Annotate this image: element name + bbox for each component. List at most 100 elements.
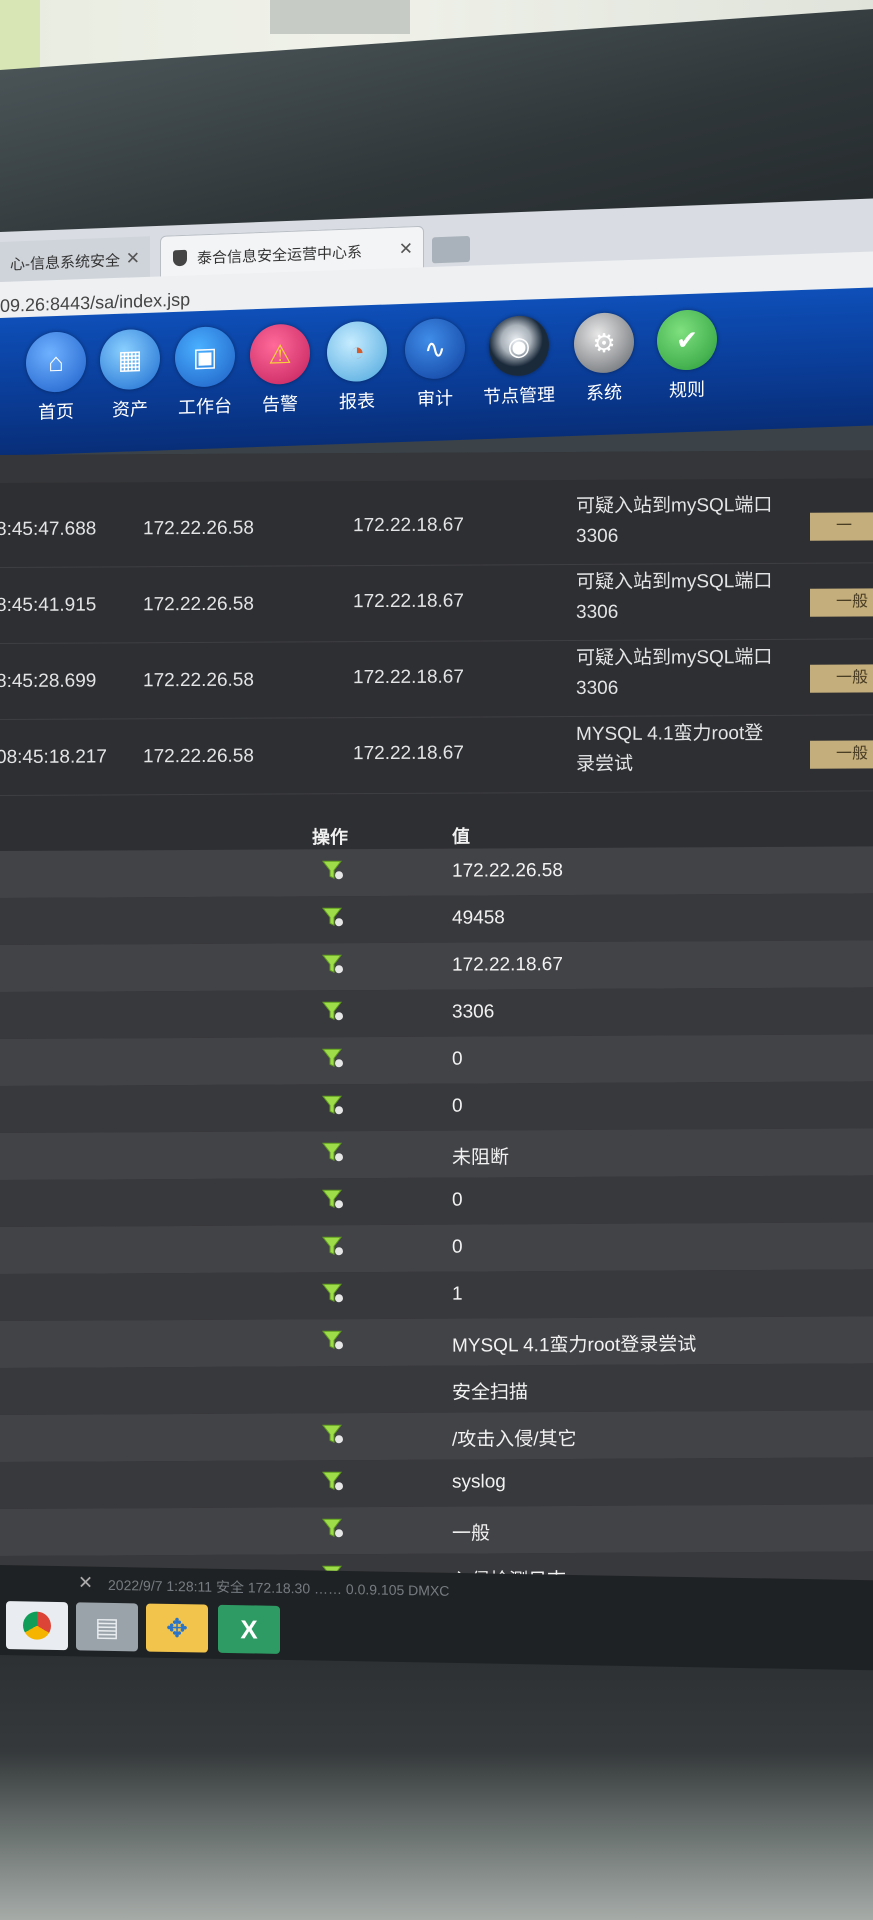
detail-value: 3306 xyxy=(452,1001,495,1023)
event-dest-ip: 172.22.18.67 xyxy=(353,514,464,537)
severity-badge: 一般 xyxy=(810,588,873,617)
event-name-line: 3306 xyxy=(576,601,619,623)
event-name: 可疑入站到mySQL端口 3306 xyxy=(576,491,796,552)
tab-label: 心-信息系统安全 xyxy=(10,251,120,274)
event-name-line: 可疑入站到mySQL端口 xyxy=(576,570,773,593)
column-header-value: 值 xyxy=(452,826,470,847)
event-name: 可疑入站到mySQL端口 3306 xyxy=(576,567,796,628)
detail-row: 未阻断 xyxy=(0,1128,873,1180)
event-name: 可疑入站到mySQL端口 3306 xyxy=(576,643,796,704)
event-row[interactable]: 08:45:18.217 172.22.26.58 172.22.18.67 M… xyxy=(0,714,873,796)
event-name: MYSQL 4.1蛮力root登 录尝试 xyxy=(576,719,796,780)
app-taskbar-button[interactable]: ✥ xyxy=(146,1603,208,1653)
filter-icon[interactable] xyxy=(322,906,344,928)
detail-table-header: 操作 值 xyxy=(0,808,873,851)
nav-item-assets[interactable]: ▦ 资产 xyxy=(91,328,169,423)
filter-icon[interactable] xyxy=(322,1047,344,1069)
folder-taskbar-button[interactable]: ▤ xyxy=(76,1602,138,1652)
filter-icon[interactable] xyxy=(322,1094,344,1116)
nav-item-reports[interactable]: ◔ 报表 xyxy=(318,320,396,415)
filter-icon[interactable] xyxy=(322,1423,344,1445)
filter-icon[interactable] xyxy=(322,1329,344,1351)
nav-item-rules[interactable]: ✔ 规则 xyxy=(648,308,726,404)
main-content: 8:45:47.688 172.22.26.58 172.22.18.67 可疑… xyxy=(0,450,873,1603)
event-row[interactable]: 8:45:47.688 172.22.26.58 172.22.18.67 可疑… xyxy=(0,486,873,568)
event-name-line: MYSQL 4.1蛮力root登 xyxy=(576,723,764,745)
filter-icon[interactable] xyxy=(322,859,344,881)
event-source-ip: 172.22.26.58 xyxy=(143,669,254,692)
event-source-ip: 172.22.26.58 xyxy=(143,517,254,540)
new-tab-button[interactable] xyxy=(432,235,470,264)
filter-icon[interactable] xyxy=(322,1235,344,1257)
filter-icon[interactable] xyxy=(322,1188,344,1210)
event-name-line: 可疑入站到mySQL端口 xyxy=(576,494,773,517)
home-icon: ⌂ xyxy=(26,330,86,394)
nav-item-home[interactable]: ⌂ 首页 xyxy=(17,330,95,426)
filter-icon[interactable] xyxy=(322,1000,344,1022)
filter-icon[interactable] xyxy=(322,1470,344,1492)
monitor-screen: 心-信息系统安全 ✕ 泰合信息安全运营中心系 ✕ 09.26:8443/sa/i… xyxy=(0,0,873,1920)
detail-value: MYSQL 4.1蛮力root登录尝试 xyxy=(452,1334,697,1357)
detail-row: /攻击入侵/其它 xyxy=(0,1410,873,1462)
event-dest-ip: 172.22.18.67 xyxy=(353,590,464,613)
excel-taskbar-button[interactable]: X xyxy=(218,1604,280,1654)
nav-label: 报表 xyxy=(339,390,375,413)
event-row[interactable]: 8:45:28.699 172.22.26.58 172.22.18.67 可疑… xyxy=(0,638,873,720)
event-source-ip: 172.22.26.58 xyxy=(143,593,254,616)
nav-label: 告警 xyxy=(262,393,298,415)
filter-icon[interactable] xyxy=(322,1282,344,1304)
event-time: 08:45:18.217 xyxy=(0,746,107,769)
close-icon[interactable]: ✕ xyxy=(78,1572,93,1593)
event-time: 8:45:47.688 xyxy=(0,518,97,541)
event-name-line: 3306 xyxy=(576,525,619,547)
detail-row: 一般 xyxy=(0,1504,873,1556)
puzzle-icon: ✥ xyxy=(166,1612,188,1643)
detail-row: 0 xyxy=(0,1175,873,1227)
detail-value: 0 xyxy=(452,1236,463,1258)
filter-icon[interactable] xyxy=(322,1517,344,1539)
nav-item-audit[interactable]: ∿ 审计 xyxy=(396,317,474,412)
detail-value: 0 xyxy=(452,1095,463,1117)
detail-row: 0 xyxy=(0,1034,873,1086)
nav-item-workbench[interactable]: ▣ 工作台 xyxy=(166,325,244,420)
detail-value: 0 xyxy=(452,1189,463,1211)
column-header-operation: 操作 xyxy=(312,827,348,848)
detail-value: 1 xyxy=(452,1283,463,1305)
gear-icon: ⚙ xyxy=(574,311,634,374)
detail-value: syslog xyxy=(452,1471,506,1493)
severity-badge: 一般 xyxy=(810,740,873,769)
severity-badge: 一般 xyxy=(810,664,873,693)
folder-icon: ▤ xyxy=(94,1611,120,1642)
nav-label: 节点管理 xyxy=(483,384,555,408)
filter-icon[interactable] xyxy=(322,1141,344,1163)
report-icon: ◔ xyxy=(327,320,387,383)
chrome-taskbar-button[interactable] xyxy=(6,1601,68,1651)
event-time: 8:45:28.699 xyxy=(0,670,97,693)
event-row[interactable]: 8:45:41.915 172.22.26.58 172.22.18.67 可疑… xyxy=(0,562,873,644)
nav-item-node-management[interactable]: ◉ 节点管理 xyxy=(480,314,558,410)
nav-item-alerts[interactable]: ⚠ 告警 xyxy=(241,323,319,418)
nav-label: 首页 xyxy=(38,401,74,423)
detail-row: 3306 xyxy=(0,987,873,1039)
check-icon: ✔ xyxy=(657,308,717,372)
nav-label: 规则 xyxy=(669,379,705,401)
detail-value: /攻击入侵/其它 xyxy=(452,1428,577,1451)
detail-value: 未阻断 xyxy=(452,1147,510,1169)
assets-icon: ▦ xyxy=(100,328,160,391)
tab-label: 泰合信息安全运营中心系 xyxy=(197,243,363,267)
event-source-ip: 172.22.26.58 xyxy=(143,745,254,768)
detail-row: 0 xyxy=(0,1081,873,1133)
close-icon[interactable]: ✕ xyxy=(126,249,140,270)
detail-value: 172.22.26.58 xyxy=(452,860,563,882)
nav-item-system[interactable]: ⚙ 系统 xyxy=(565,311,643,407)
close-icon[interactable]: ✕ xyxy=(399,239,413,260)
event-name-line: 可疑入站到mySQL端口 xyxy=(576,646,773,669)
detail-value: 安全扫描 xyxy=(452,1382,529,1404)
filter-icon[interactable] xyxy=(322,953,344,975)
event-name-line: 录尝试 xyxy=(576,753,634,775)
severity-badge: 一 xyxy=(810,512,873,541)
detail-value: 49458 xyxy=(452,907,505,929)
event-time: 8:45:41.915 xyxy=(0,594,97,617)
detail-row: 172.22.18.67 xyxy=(0,940,873,992)
workbench-icon: ▣ xyxy=(175,325,235,388)
